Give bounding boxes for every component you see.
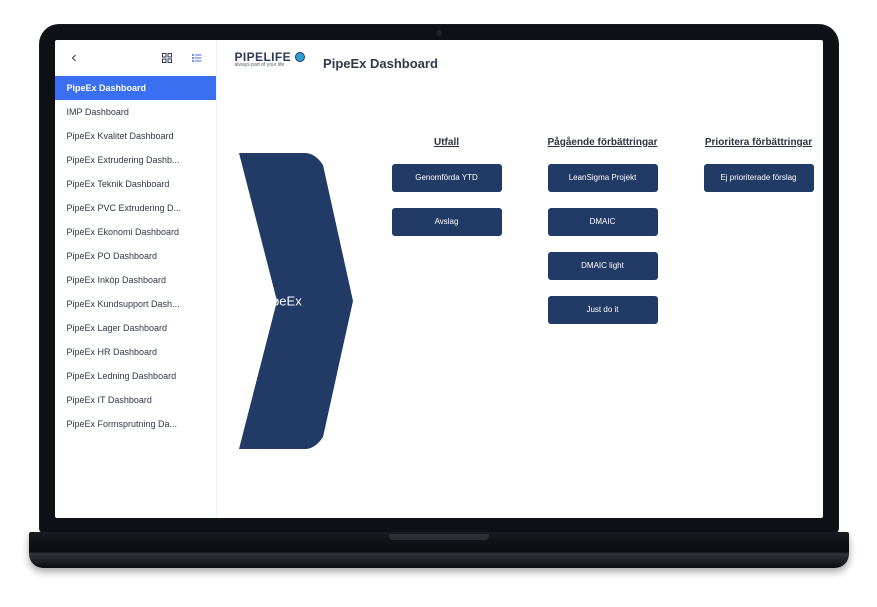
page-title: PipeEx Dashboard xyxy=(323,56,438,71)
arrow-column: PipeEx xyxy=(235,141,355,451)
column-head-0: Utfall xyxy=(434,137,459,148)
app-screen: PipeEx DashboardIMP DashboardPipeEx Kval… xyxy=(55,40,823,518)
back-icon[interactable] xyxy=(63,47,85,69)
brand-tagline: always part of your life xyxy=(235,62,306,68)
card-0-0[interactable]: Genomförda YTD xyxy=(392,164,502,192)
sidebar-item-8[interactable]: PipeEx Inköp Dashboard xyxy=(55,268,216,292)
sidebar-item-11[interactable]: PipeEx HR Dashboard xyxy=(55,340,216,364)
sidebar-item-6[interactable]: PipeEx Ekonomi Dashboard xyxy=(55,220,216,244)
card-0-1[interactable]: Avslag xyxy=(392,208,502,236)
sidebar-item-2[interactable]: PipeEx Kvalitet Dashboard xyxy=(55,124,216,148)
column-2: Prioritera förbättringar Ej prioriterade … xyxy=(695,137,823,324)
sidebar-toolbar xyxy=(55,40,216,76)
arrow-shape-wrap: PipeEx xyxy=(235,151,355,451)
column-1: Pågående förbättringar LeanSigma Projekt D… xyxy=(539,137,667,324)
sidebar-item-4[interactable]: PipeEx Teknik Dashboard xyxy=(55,172,216,196)
laptop-lid: PipeEx DashboardIMP DashboardPipeEx Kval… xyxy=(39,24,839,534)
sidebar-item-12[interactable]: PipeEx Ledning Dashboard xyxy=(55,364,216,388)
sidebar-item-3[interactable]: PipeEx Extrudering Dashb... xyxy=(55,148,216,172)
card-1-2[interactable]: DMAIC light xyxy=(548,252,658,280)
card-1-0[interactable]: LeanSigma Projekt xyxy=(548,164,658,192)
card-2-0[interactable]: Ej prioriterade förslag xyxy=(704,164,814,192)
sidebar-item-7[interactable]: PipeEx PO Dashboard xyxy=(55,244,216,268)
list-view-icon[interactable] xyxy=(186,47,208,69)
sidebar-item-5[interactable]: PipeEx PVC Extrudering D... xyxy=(55,196,216,220)
card-1-1[interactable]: DMAIC xyxy=(548,208,658,236)
grid-view-icon[interactable] xyxy=(156,47,178,69)
sidebar-item-14[interactable]: PipeEx Formsprutning Da... xyxy=(55,412,216,436)
content-columns: PipeEx Utfall Genomförda YTD Avslag Pågåend… xyxy=(235,137,823,451)
laptop-base xyxy=(29,532,849,568)
sidebar: PipeEx DashboardIMP DashboardPipeEx Kval… xyxy=(55,40,217,518)
main-area: PIPELIFE always part of your life PipeEx… xyxy=(217,40,823,518)
view-toggle-group xyxy=(156,47,208,69)
camera-dot xyxy=(436,30,442,36)
header-row: PIPELIFE always part of your life PipeEx… xyxy=(235,50,823,109)
laptop-frame: PipeEx DashboardIMP DashboardPipeEx Kval… xyxy=(29,24,849,584)
sidebar-item-10[interactable]: PipeEx Lager Dashboard xyxy=(55,316,216,340)
brand: PIPELIFE always part of your life xyxy=(235,50,306,68)
column-head-2: Prioritera förbättringar xyxy=(705,137,812,148)
arrow-label: PipeEx xyxy=(261,293,302,308)
sidebar-nav: PipeEx DashboardIMP DashboardPipeEx Kval… xyxy=(55,76,216,436)
sidebar-item-1[interactable]: IMP Dashboard xyxy=(55,100,216,124)
column-0: Utfall Genomförda YTD Avslag xyxy=(383,137,511,324)
sidebar-item-0[interactable]: PipeEx Dashboard xyxy=(55,76,216,100)
sidebar-item-9[interactable]: PipeEx Kundsupport Dash... xyxy=(55,292,216,316)
brand-dot-icon xyxy=(295,52,305,62)
column-head-1: Pågående förbättringar xyxy=(547,137,657,148)
sidebar-item-13[interactable]: PipeEx IT Dashboard xyxy=(55,388,216,412)
card-1-3[interactable]: Just do it xyxy=(548,296,658,324)
